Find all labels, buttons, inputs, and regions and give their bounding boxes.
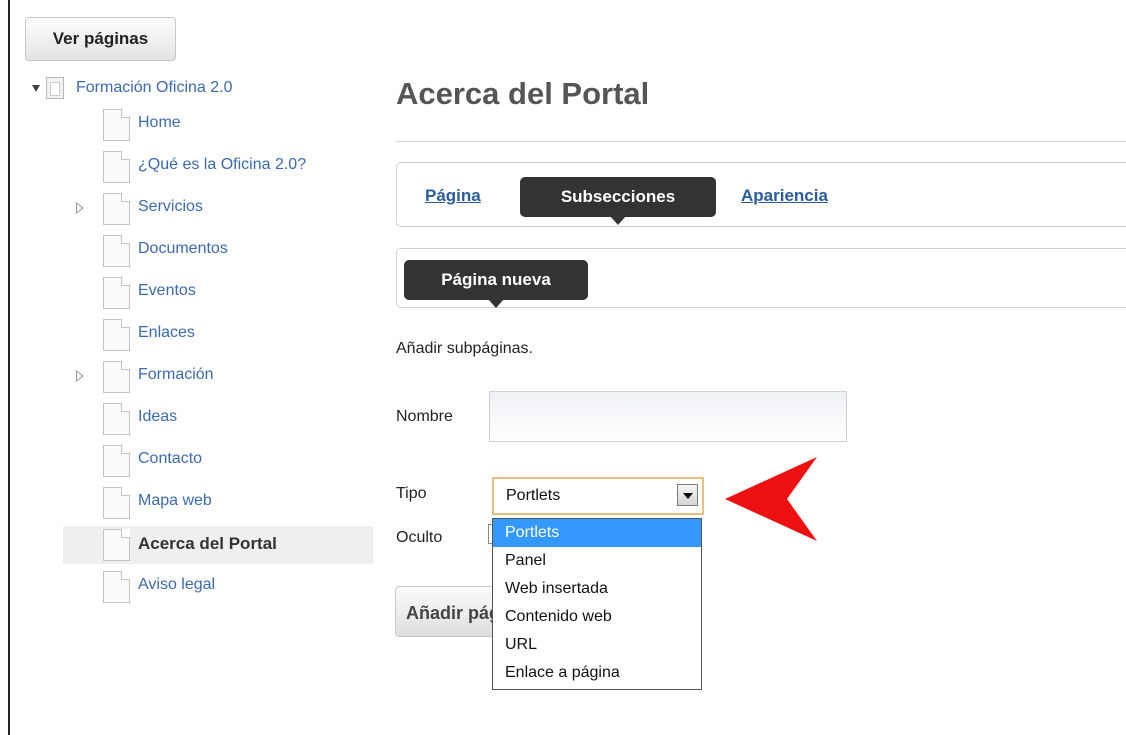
page-icon bbox=[103, 193, 130, 225]
tipo-selected-value: Portlets bbox=[506, 487, 561, 504]
tree-item-label[interactable]: Documentos bbox=[138, 240, 228, 258]
view-pages-button[interactable]: Ver páginas bbox=[25, 17, 176, 61]
description-text: Añadir subpáginas. bbox=[396, 340, 533, 357]
tree-item[interactable]: Acerca del Portal bbox=[63, 526, 373, 564]
tree-item[interactable]: ¿Qué es la Oficina 2.0? bbox=[63, 148, 373, 186]
tab-apariencia[interactable]: Apariencia bbox=[741, 186, 828, 206]
tree-item-label[interactable]: Ideas bbox=[138, 408, 177, 426]
tree-item[interactable]: Contacto bbox=[63, 442, 373, 480]
tree-item-label[interactable]: Servicios bbox=[138, 198, 203, 216]
chevron-down-icon[interactable] bbox=[677, 484, 698, 506]
dropdown-option[interactable]: Panel bbox=[493, 547, 701, 575]
tree-item-label[interactable]: Formación bbox=[138, 366, 214, 384]
tipo-select[interactable]: Portlets bbox=[492, 477, 704, 515]
page-icon bbox=[103, 571, 130, 603]
tree-item-label[interactable]: Contacto bbox=[138, 450, 202, 468]
page-icon bbox=[103, 109, 130, 141]
tree-item-label[interactable]: Enlaces bbox=[138, 324, 195, 342]
tree-item[interactable]: Documentos bbox=[63, 232, 373, 270]
title-divider bbox=[396, 141, 1126, 142]
red-arrow-pointer bbox=[725, 457, 817, 541]
dropdown-option[interactable]: Enlace a página bbox=[493, 659, 701, 687]
expand-icon[interactable] bbox=[76, 202, 84, 214]
dropdown-option[interactable]: URL bbox=[493, 631, 701, 659]
tree-item[interactable]: Enlaces bbox=[63, 316, 373, 354]
tree-item-label[interactable]: Acerca del Portal bbox=[138, 534, 277, 554]
tree-root[interactable]: Formación Oficina 2.0 bbox=[32, 76, 233, 100]
page-icon bbox=[103, 529, 130, 561]
tipo-label: Tipo bbox=[396, 485, 427, 502]
subtab-pagina-nueva[interactable]: Página nueva bbox=[404, 260, 588, 308]
tree-item[interactable]: Aviso legal bbox=[63, 568, 373, 606]
page-icon bbox=[103, 361, 130, 393]
tree-root-label[interactable]: Formación Oficina 2.0 bbox=[76, 79, 233, 97]
tree-item[interactable]: Formación bbox=[63, 358, 373, 396]
page-icon bbox=[103, 403, 130, 435]
tab-subsecciones[interactable]: Subsecciones bbox=[520, 177, 716, 225]
dropdown-option[interactable]: Portlets bbox=[493, 519, 701, 547]
page-title: Acerca del Portal bbox=[396, 76, 650, 111]
page-icon bbox=[103, 319, 130, 351]
tree-item[interactable]: Mapa web bbox=[63, 484, 373, 522]
tipo-dropdown-list: Portlets Panel Web insertada Contenido web U… bbox=[492, 518, 702, 690]
dropdown-option[interactable]: Web insertada bbox=[493, 575, 701, 603]
tree-item-label[interactable]: Mapa web bbox=[138, 492, 212, 510]
tab-pagina[interactable]: Página bbox=[425, 186, 481, 206]
arrow-shape bbox=[725, 457, 817, 541]
tree-item[interactable]: Servicios bbox=[63, 190, 373, 228]
page-icon bbox=[103, 151, 130, 183]
expand-icon[interactable] bbox=[76, 370, 84, 382]
tree-item[interactable]: Ideas bbox=[63, 400, 373, 438]
tree-item-label[interactable]: Home bbox=[138, 114, 181, 132]
tree-item-label[interactable]: Aviso legal bbox=[138, 576, 215, 594]
collapse-icon[interactable] bbox=[32, 84, 40, 92]
oculto-label: Oculto bbox=[396, 529, 443, 546]
tree-item-label[interactable]: Eventos bbox=[138, 282, 196, 300]
tree-item[interactable]: Home bbox=[63, 106, 373, 144]
tree-item[interactable]: Eventos bbox=[63, 274, 373, 312]
page-icon bbox=[103, 277, 130, 309]
page-icon bbox=[103, 445, 130, 477]
nombre-input[interactable] bbox=[489, 391, 847, 442]
page-icon bbox=[103, 235, 130, 267]
site-icon bbox=[46, 77, 64, 99]
page-icon bbox=[103, 487, 130, 519]
tree-item-label[interactable]: ¿Qué es la Oficina 2.0? bbox=[138, 156, 306, 174]
dropdown-option[interactable]: Contenido web bbox=[493, 603, 701, 631]
nombre-label: Nombre bbox=[396, 408, 453, 425]
